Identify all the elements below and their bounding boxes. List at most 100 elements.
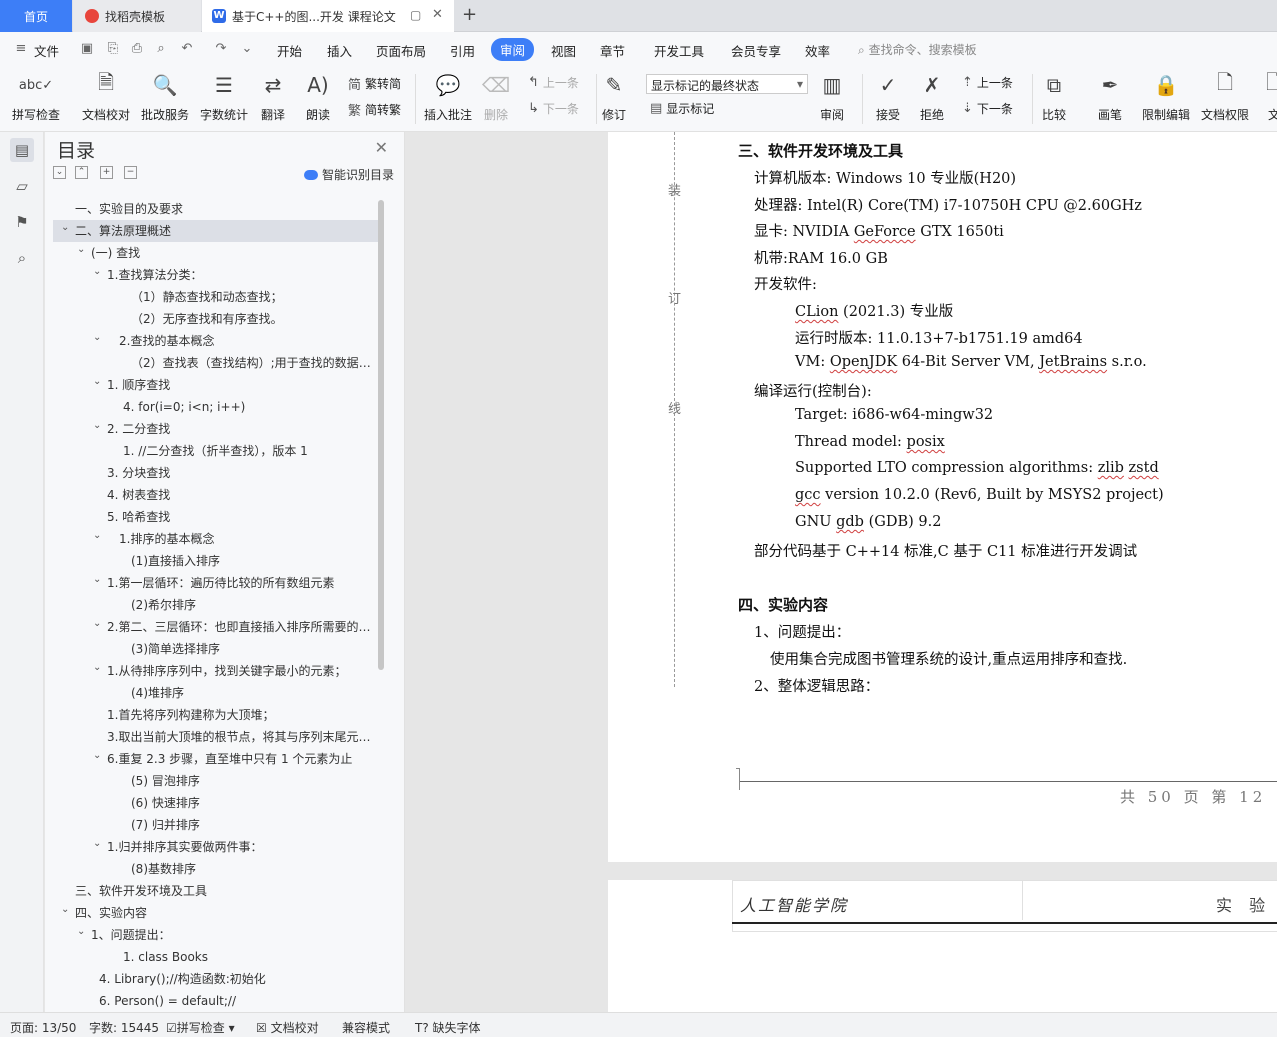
doc-rights-button[interactable]: 🗋 文档权限	[1201, 70, 1249, 123]
chevron-down-icon[interactable]: ⌄	[93, 330, 101, 349]
screen-icon[interactable]: ▢	[410, 8, 421, 22]
redo-icon[interactable]: ↷	[214, 42, 228, 56]
menu-reference[interactable]: 引用	[450, 41, 475, 60]
status-proofread[interactable]: ☒ 文档校对	[256, 1019, 319, 1036]
review-pane-button[interactable]: ▥ 审阅	[818, 70, 846, 123]
quick-access-more-icon[interactable]: ⌄	[240, 42, 254, 56]
word-count[interactable]: 字数: 15445	[89, 1019, 159, 1036]
toc-item[interactable]: ⌄ 1.查找算法分类：	[53, 264, 379, 286]
menu-start[interactable]: 开始	[277, 41, 302, 60]
chevron-down-icon[interactable]: ⌄	[93, 264, 101, 283]
toc-item[interactable]: (8)基数排序	[53, 858, 379, 880]
missing-font[interactable]: T? 缺失字体	[415, 1019, 481, 1036]
chevron-down-icon[interactable]: ⌄	[93, 528, 101, 547]
toc-item[interactable]: ⌄ 二、算法原理概述	[53, 220, 379, 242]
toc-item[interactable]: （2）无序查找和有序查找。	[53, 308, 379, 330]
undo-icon[interactable]: ↶	[180, 42, 194, 56]
toc-item[interactable]: 4. 树表查找	[53, 484, 379, 506]
toc-item[interactable]: ⌄ 1. 顺序查找	[53, 374, 379, 396]
toc-item[interactable]: 1. class Books	[53, 946, 379, 968]
toc-item[interactable]: ⌄ 四、实验内容	[53, 902, 379, 924]
print-preview-icon[interactable]: ⌕	[154, 42, 168, 56]
compare-button[interactable]: ⧉ 比较	[1040, 70, 1068, 123]
chevron-down-icon[interactable]: ⌄	[93, 572, 101, 591]
toc-item[interactable]: ⌄ 1.归并排序其实要做两件事：	[53, 836, 379, 858]
toc-item[interactable]: (6) 快速排序	[53, 792, 379, 814]
pen-button[interactable]: ✒ 画笔	[1096, 70, 1124, 123]
chapter-nav-icon[interactable]: ▱	[10, 174, 34, 198]
toc-item[interactable]: 1.首先将序列构建称为大顶堆；	[53, 704, 379, 726]
menu-efficiency[interactable]: 效率	[805, 41, 830, 60]
toc-item[interactable]: ⌄ 6.重复 2.3 步骤，直至堆中只有 1 个元素为止	[53, 748, 379, 770]
chevron-down-icon[interactable]: ⌄	[93, 836, 101, 855]
find-icon[interactable]: ⌕	[10, 246, 34, 270]
toc-item[interactable]: 6. Person() = default;//	[53, 990, 379, 1012]
toc-item[interactable]: (7) 归并排序	[53, 814, 379, 836]
prev-comment-button[interactable]: ↰ 上一条	[528, 74, 579, 91]
next-comment-button[interactable]: ↳ 下一条	[528, 100, 579, 117]
revise-button[interactable]: ✎ 修订	[600, 70, 628, 123]
document-page-next[interactable]: 人工智能学院 实 验 报	[608, 880, 1277, 1012]
toc-item[interactable]: （2）查找表（查找结构）;用于查找的数据集合称为查找表	[53, 352, 379, 374]
toc-item[interactable]: ⌄ 1.从待排序序列中，找到关键字最小的元素；	[53, 660, 379, 682]
accept-button[interactable]: ✓ 接受	[874, 70, 902, 123]
toc-item[interactable]: 5. 哈希查找	[53, 506, 379, 528]
simp-to-trad-button[interactable]: 繁简转繁	[348, 100, 401, 119]
read-aloud-button[interactable]: A) 朗读	[304, 70, 332, 123]
chevron-down-icon[interactable]: ⌄	[93, 660, 101, 679]
toc-item[interactable]: ⌄ 1.排序的基本概念	[53, 528, 379, 550]
markup-state-select[interactable]: 显示标记的最终状态 ▾	[646, 74, 808, 94]
toc-item[interactable]: ⌄ 1.第一层循环：遍历待比较的所有数组元素	[53, 572, 379, 594]
trad-to-simp-button[interactable]: 简繁转简	[348, 74, 401, 93]
toc-item[interactable]: ⌄ 2.查找的基本概念	[53, 330, 379, 352]
wordcount-button[interactable]: ☰ 字数统计	[200, 70, 248, 123]
close-icon[interactable]: ✕	[375, 138, 388, 157]
menu-devtools[interactable]: 开发工具	[654, 41, 704, 60]
toc-item[interactable]: (4)堆排序	[53, 682, 379, 704]
smart-toc-button[interactable]: 智能识别目录	[303, 166, 394, 183]
toc-scrollbar[interactable]	[378, 200, 384, 670]
toc-item[interactable]: (3)简单选择排序	[53, 638, 379, 660]
restrict-edit-button[interactable]: 🔒 限制编辑	[1142, 70, 1190, 123]
toc-item[interactable]: (2)希尔排序	[53, 594, 379, 616]
close-tab-icon[interactable]: ✕	[432, 7, 443, 22]
chevron-down-icon[interactable]: ⌄	[77, 242, 85, 261]
toc-item[interactable]: ⌄ 2.第二、三层循环：也即直接插入排序所需要的循环	[53, 616, 379, 638]
chevron-down-icon[interactable]: ⌄	[93, 374, 101, 393]
batch-service-button[interactable]: 🔍 批改服务	[141, 70, 189, 123]
menu-review[interactable]: 审阅	[491, 38, 535, 61]
ribbon-overflow-button[interactable]: 🗋 文	[1260, 70, 1277, 123]
translate-button[interactable]: ⇄ 翻译	[259, 70, 287, 123]
toc-item[interactable]: 1. //二分查找（折半查找），版本 1	[53, 440, 379, 462]
add-heading-icon[interactable]: +	[100, 166, 113, 179]
save-icon[interactable]: ▣	[80, 42, 94, 56]
toc-panel-icon[interactable]: ▤	[10, 138, 34, 162]
page-indicator[interactable]: 页面: 13/50	[10, 1019, 76, 1036]
print-icon[interactable]: ⎙	[130, 42, 144, 56]
document-page[interactable]: 装 订 线 三、软件开发环境及工具 计算机版本: Windows 10 专业版(…	[608, 132, 1277, 862]
delete-comment-button[interactable]: ⌫ 删除	[482, 70, 510, 123]
tab-template[interactable]: 找稻壳模板	[73, 0, 201, 32]
toc-item[interactable]: (1)直接插入排序	[53, 550, 379, 572]
reject-button[interactable]: ✗ 拒绝	[918, 70, 946, 123]
menu-layout[interactable]: 页面布局	[376, 41, 426, 60]
remove-heading-icon[interactable]: −	[124, 166, 137, 179]
toc-item[interactable]: （1）静态查找和动态查找；	[53, 286, 379, 308]
next-change-button[interactable]: ⇣ 下一条	[962, 100, 1013, 117]
toc-item[interactable]: 3.取出当前大顶堆的根节点，将其与序列末尾元素进行交换	[53, 726, 379, 748]
export-pdf-icon[interactable]: ⎘	[106, 42, 120, 56]
collapse-all-icon[interactable]: ⌄	[53, 166, 66, 179]
toc-item[interactable]: 4. Library();//构造函数:初始化	[53, 968, 379, 990]
spellcheck-button[interactable]: abc✓ 拼写检查	[12, 70, 60, 123]
toc-item[interactable]: (5) 冒泡排序	[53, 770, 379, 792]
chevron-down-icon[interactable]: ⌄	[61, 220, 69, 239]
chevron-down-icon[interactable]: ⌄	[93, 418, 101, 437]
menu-view[interactable]: 视图	[551, 41, 576, 60]
insert-comment-button[interactable]: 💬 插入批注	[424, 70, 472, 123]
hamburger-icon[interactable]: ≡	[14, 42, 28, 56]
toc-item[interactable]: ⌄ (一) 查找	[53, 242, 379, 264]
toc-item[interactable]: ⌄ 2. 二分查找	[53, 418, 379, 440]
tab-home[interactable]: 首页	[0, 0, 72, 32]
menu-chapter[interactable]: 章节	[600, 41, 625, 60]
chevron-down-icon[interactable]: ⌄	[61, 902, 69, 921]
